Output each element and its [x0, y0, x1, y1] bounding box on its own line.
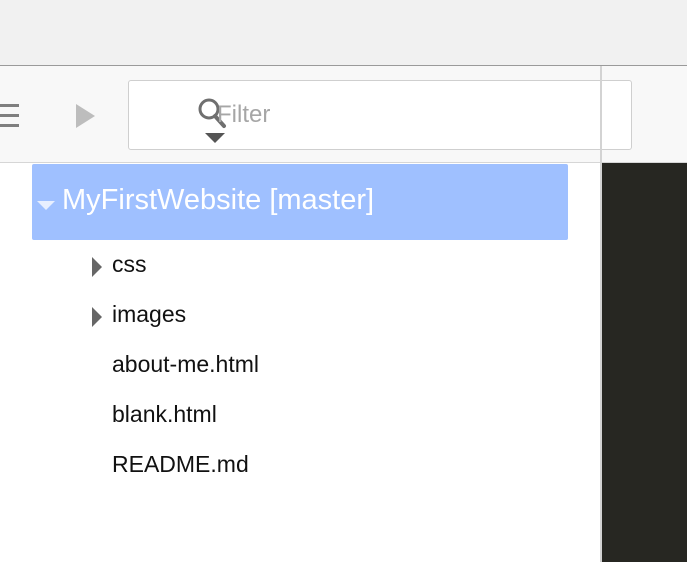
filter-box[interactable] — [128, 80, 632, 150]
chevron-right-icon[interactable] — [92, 307, 102, 327]
tree-item-css[interactable]: css — [86, 243, 566, 287]
play-icon[interactable] — [76, 104, 95, 128]
tree-item-label: css — [112, 251, 147, 277]
chevron-right-icon[interactable] — [92, 257, 102, 277]
chevron-down-icon[interactable] — [37, 201, 55, 210]
tree-item-images[interactable]: images — [86, 293, 566, 337]
tree-root-label: MyFirstWebsite [master] — [62, 184, 375, 216]
tree-item-label: images — [112, 301, 187, 327]
hamburger-menu-icon[interactable] — [0, 104, 20, 128]
title-bar — [0, 0, 687, 66]
tree-root-project[interactable]: MyFirstWebsite [master] — [32, 164, 568, 240]
tree-item-readme-md[interactable]: README.md — [86, 443, 566, 487]
tree-item-about-me-html[interactable]: about-me.html — [86, 343, 566, 387]
tree-item-label: about-me.html — [112, 351, 260, 377]
editor-panel[interactable] — [602, 163, 687, 562]
tree-item-blank-html[interactable]: blank.html — [86, 393, 566, 437]
filter-input[interactable] — [217, 95, 597, 135]
tree-item-label: blank.html — [112, 401, 217, 427]
tree-item-label: README.md — [112, 451, 249, 477]
